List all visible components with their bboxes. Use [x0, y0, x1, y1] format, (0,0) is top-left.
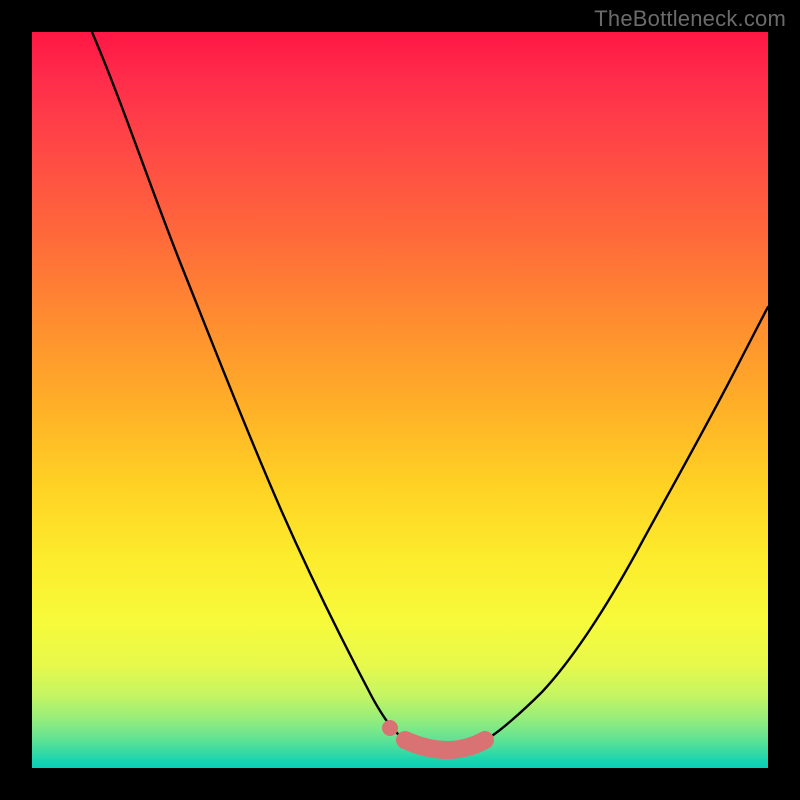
curve-right: [485, 307, 768, 740]
chart-plot-area: [32, 32, 768, 768]
curve-left: [92, 32, 405, 740]
bottom-highlight: [405, 740, 485, 750]
highlight-start-dot: [382, 720, 398, 736]
chart-svg-layer: [32, 32, 768, 768]
watermark-text: TheBottleneck.com: [594, 6, 786, 32]
chart-frame: TheBottleneck.com: [0, 0, 800, 800]
